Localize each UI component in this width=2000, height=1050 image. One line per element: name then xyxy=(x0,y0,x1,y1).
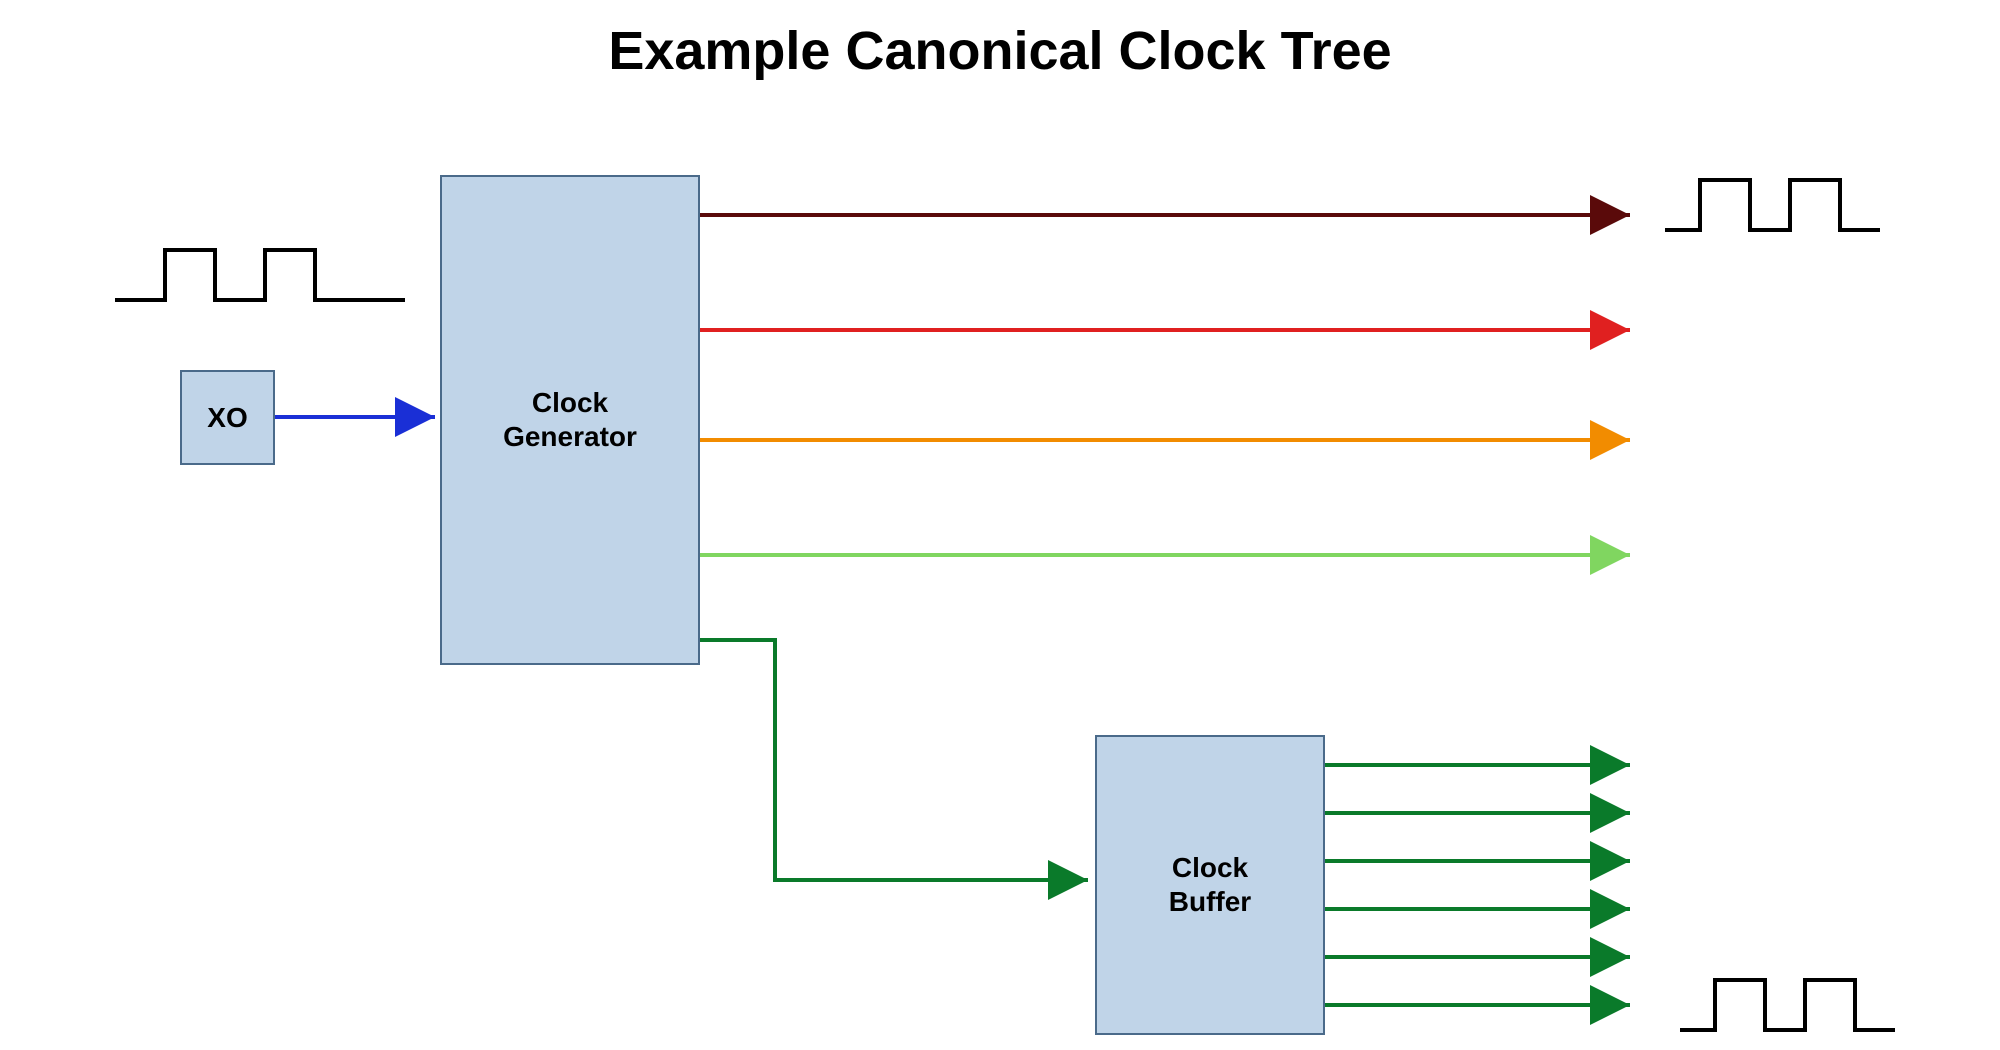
square-wave-icon xyxy=(1665,180,1880,230)
clock-buffer-block: Clock Buffer xyxy=(1095,735,1325,1035)
generator-label: Clock Generator xyxy=(503,386,637,453)
diagram-title: Example Canonical Clock Tree xyxy=(608,20,1391,82)
buffer-label: Clock Buffer xyxy=(1169,851,1251,918)
xo-label: XO xyxy=(207,401,247,435)
xo-block: XO xyxy=(180,370,275,465)
diagram-overlay xyxy=(0,0,2000,1050)
square-wave-icon xyxy=(1680,980,1895,1030)
clock-generator-block: Clock Generator xyxy=(440,175,700,665)
square-wave-icon xyxy=(115,250,405,300)
arrow-generator-to-buffer xyxy=(700,640,1088,880)
